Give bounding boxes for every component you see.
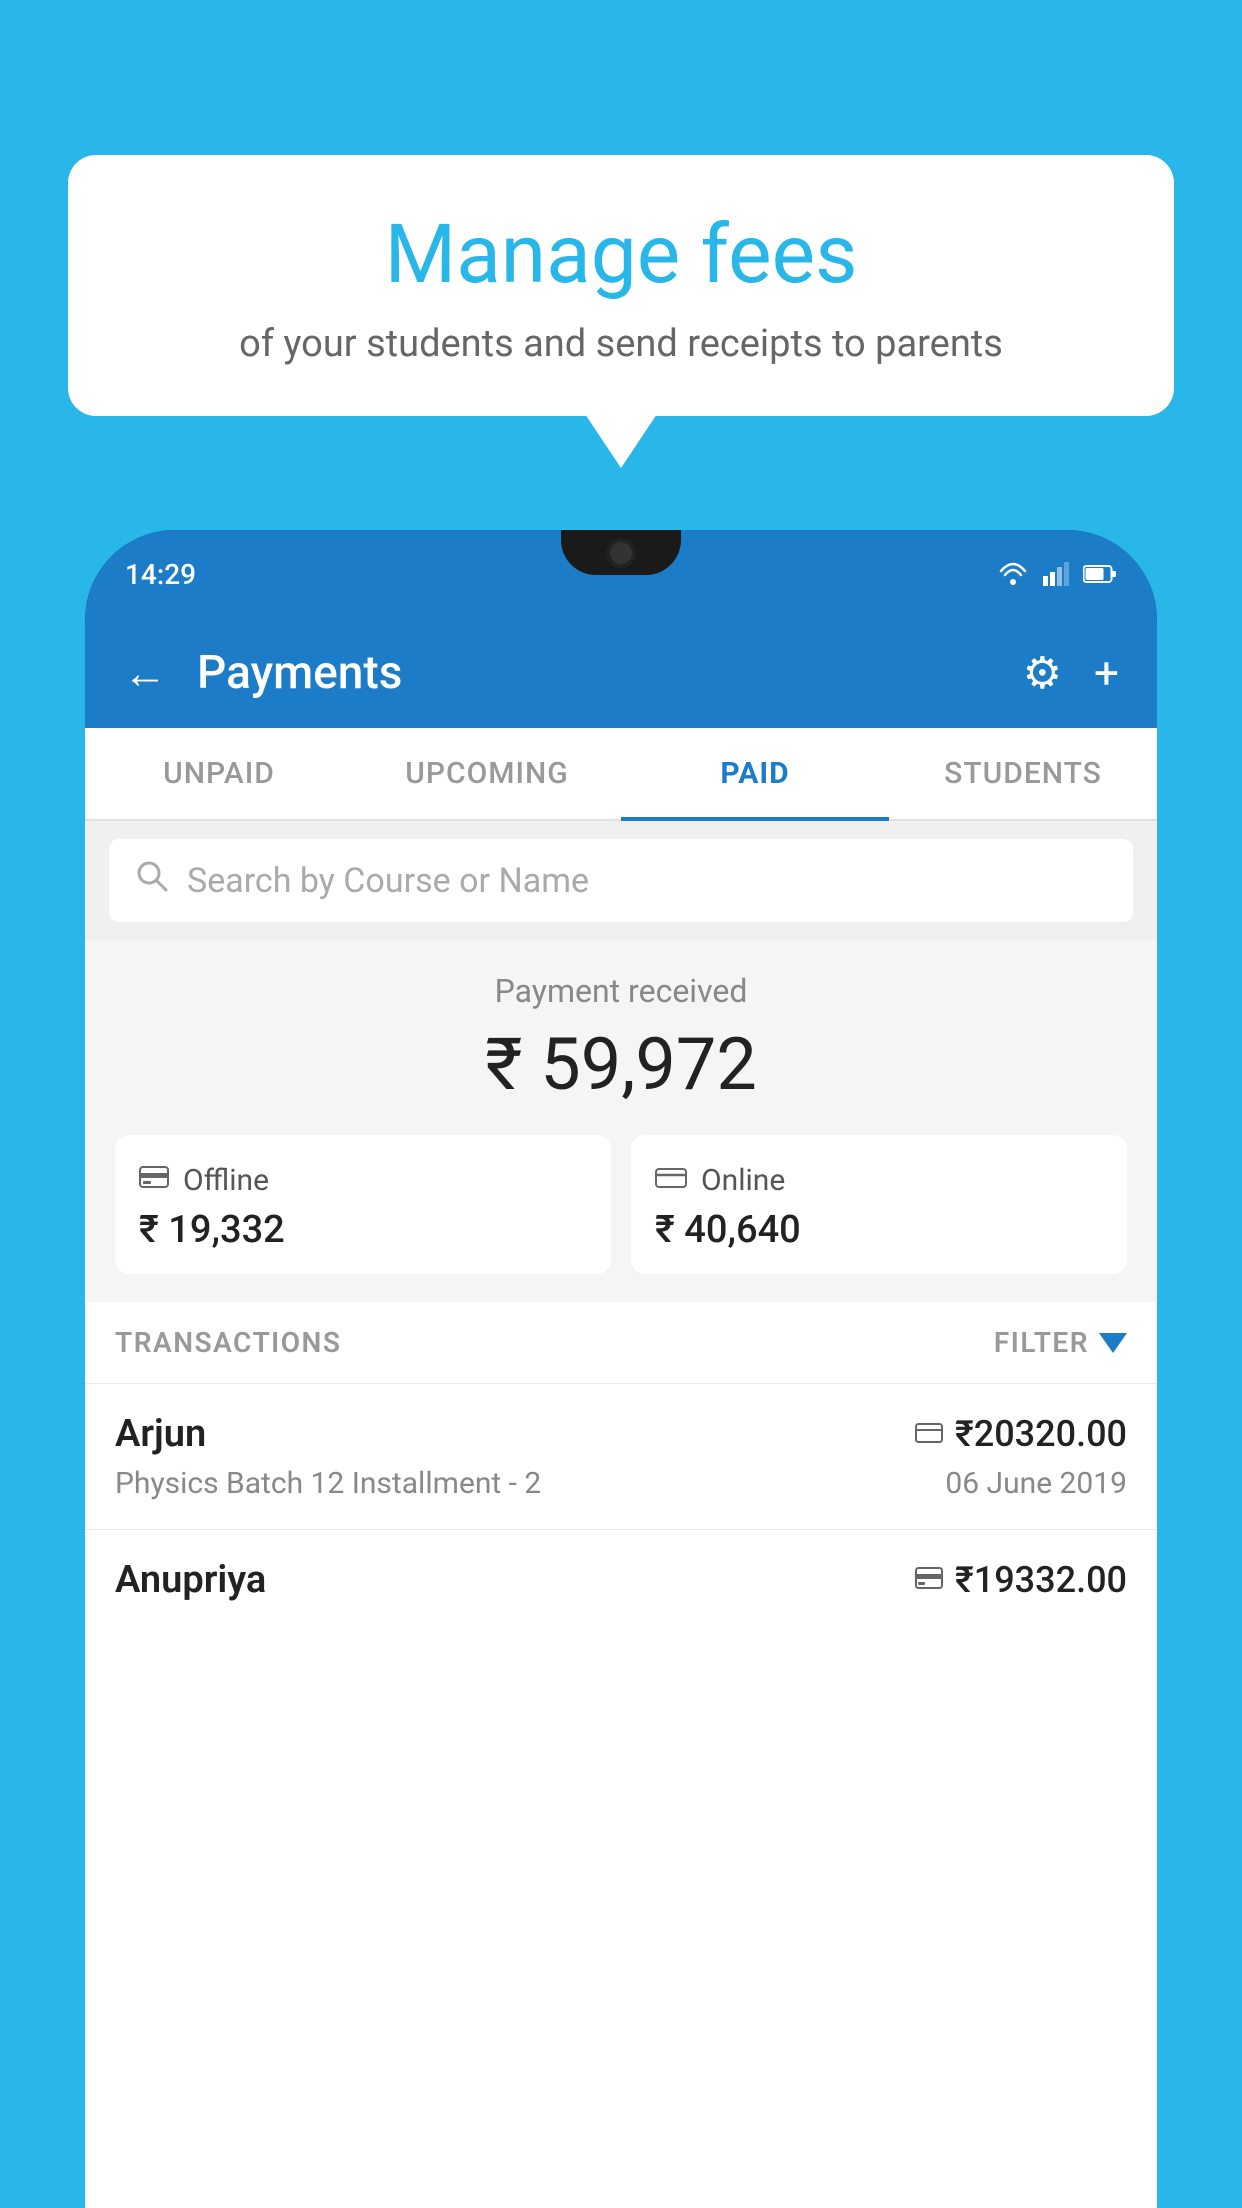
add-button[interactable]: + [1094, 647, 1119, 699]
online-transaction-icon [915, 1418, 943, 1451]
payment-received-label: Payment received [115, 972, 1127, 1010]
tab-upcoming[interactable]: UPCOMING [353, 728, 621, 819]
filter-label: FILTER [994, 1326, 1089, 1359]
search-icon [135, 859, 169, 902]
offline-card-header: Offline [139, 1163, 587, 1198]
filter-icon [1099, 1333, 1127, 1353]
signal-icon [1043, 562, 1069, 586]
speech-bubble: Manage fees of your students and send re… [68, 155, 1174, 416]
payment-summary: Payment received ₹ 59,972 Offline [85, 940, 1157, 1302]
transaction-course: Physics Batch 12 Installment - 2 [115, 1466, 541, 1501]
phone-notch [561, 530, 681, 575]
bubble-subtitle: of your students and send receipts to pa… [128, 322, 1114, 366]
offline-type-label: Offline [183, 1163, 269, 1198]
transactions-header: TRANSACTIONS FILTER [85, 1302, 1157, 1383]
app-header: ← Payments ⚙ + [85, 618, 1157, 728]
search-bar[interactable]: Search by Course or Name [109, 839, 1133, 922]
back-button[interactable]: ← [123, 647, 167, 699]
payment-cards: Offline ₹ 19,332 Online [115, 1135, 1127, 1274]
phone-screen: UNPAID UPCOMING PAID STUDENTS Search by … [85, 728, 1157, 2208]
transaction-row[interactable]: Arjun ₹20320.00 Physics Batch 12 Install… [85, 1383, 1157, 1529]
tab-paid[interactable]: PAID [621, 728, 889, 819]
online-card-header: Online [655, 1163, 1103, 1198]
transaction-amount: ₹19332.00 [955, 1559, 1127, 1601]
offline-payment-card: Offline ₹ 19,332 [115, 1135, 611, 1274]
online-icon [655, 1163, 687, 1198]
transaction-date: 06 June 2019 [945, 1466, 1127, 1501]
status-time: 14:29 [125, 558, 196, 591]
settings-icon[interactable]: ⚙ [1023, 647, 1062, 699]
phone-frame: 14:29 [85, 530, 1157, 2208]
online-payment-card: Online ₹ 40,640 [631, 1135, 1127, 1274]
tab-unpaid[interactable]: UNPAID [85, 728, 353, 819]
online-amount: ₹ 40,640 [655, 1208, 1103, 1252]
filter-button[interactable]: FILTER [994, 1326, 1127, 1359]
camera [610, 542, 632, 564]
transaction-name: Anupriya [115, 1558, 266, 1602]
transactions-label: TRANSACTIONS [115, 1326, 341, 1359]
header-actions: ⚙ + [1023, 647, 1119, 699]
transaction-amount-wrap: ₹19332.00 [915, 1559, 1127, 1601]
header-title: Payments [197, 646, 993, 700]
offline-icon [139, 1163, 169, 1198]
transaction-top: Anupriya ₹19332.00 [115, 1558, 1127, 1602]
bubble-title: Manage fees [128, 210, 1114, 300]
offline-amount: ₹ 19,332 [139, 1208, 587, 1252]
offline-transaction-icon [915, 1564, 943, 1597]
transaction-row[interactable]: Anupriya ₹19332.00 [85, 1529, 1157, 1640]
transaction-top: Arjun ₹20320.00 [115, 1412, 1127, 1456]
transaction-bottom: Physics Batch 12 Installment - 2 06 June… [115, 1466, 1127, 1501]
battery-icon [1083, 564, 1117, 584]
transaction-amount-wrap: ₹20320.00 [915, 1413, 1127, 1455]
status-bar: 14:29 [85, 530, 1157, 618]
tab-students[interactable]: STUDENTS [889, 728, 1157, 819]
transaction-amount: ₹20320.00 [955, 1413, 1127, 1455]
payment-total-amount: ₹ 59,972 [115, 1022, 1127, 1107]
online-type-label: Online [701, 1163, 785, 1198]
tabs-bar: UNPAID UPCOMING PAID STUDENTS [85, 728, 1157, 821]
search-container: Search by Course or Name [85, 821, 1157, 940]
transaction-name: Arjun [115, 1412, 206, 1456]
wifi-icon [997, 562, 1029, 586]
status-icons [997, 562, 1117, 586]
search-placeholder: Search by Course or Name [187, 861, 589, 901]
